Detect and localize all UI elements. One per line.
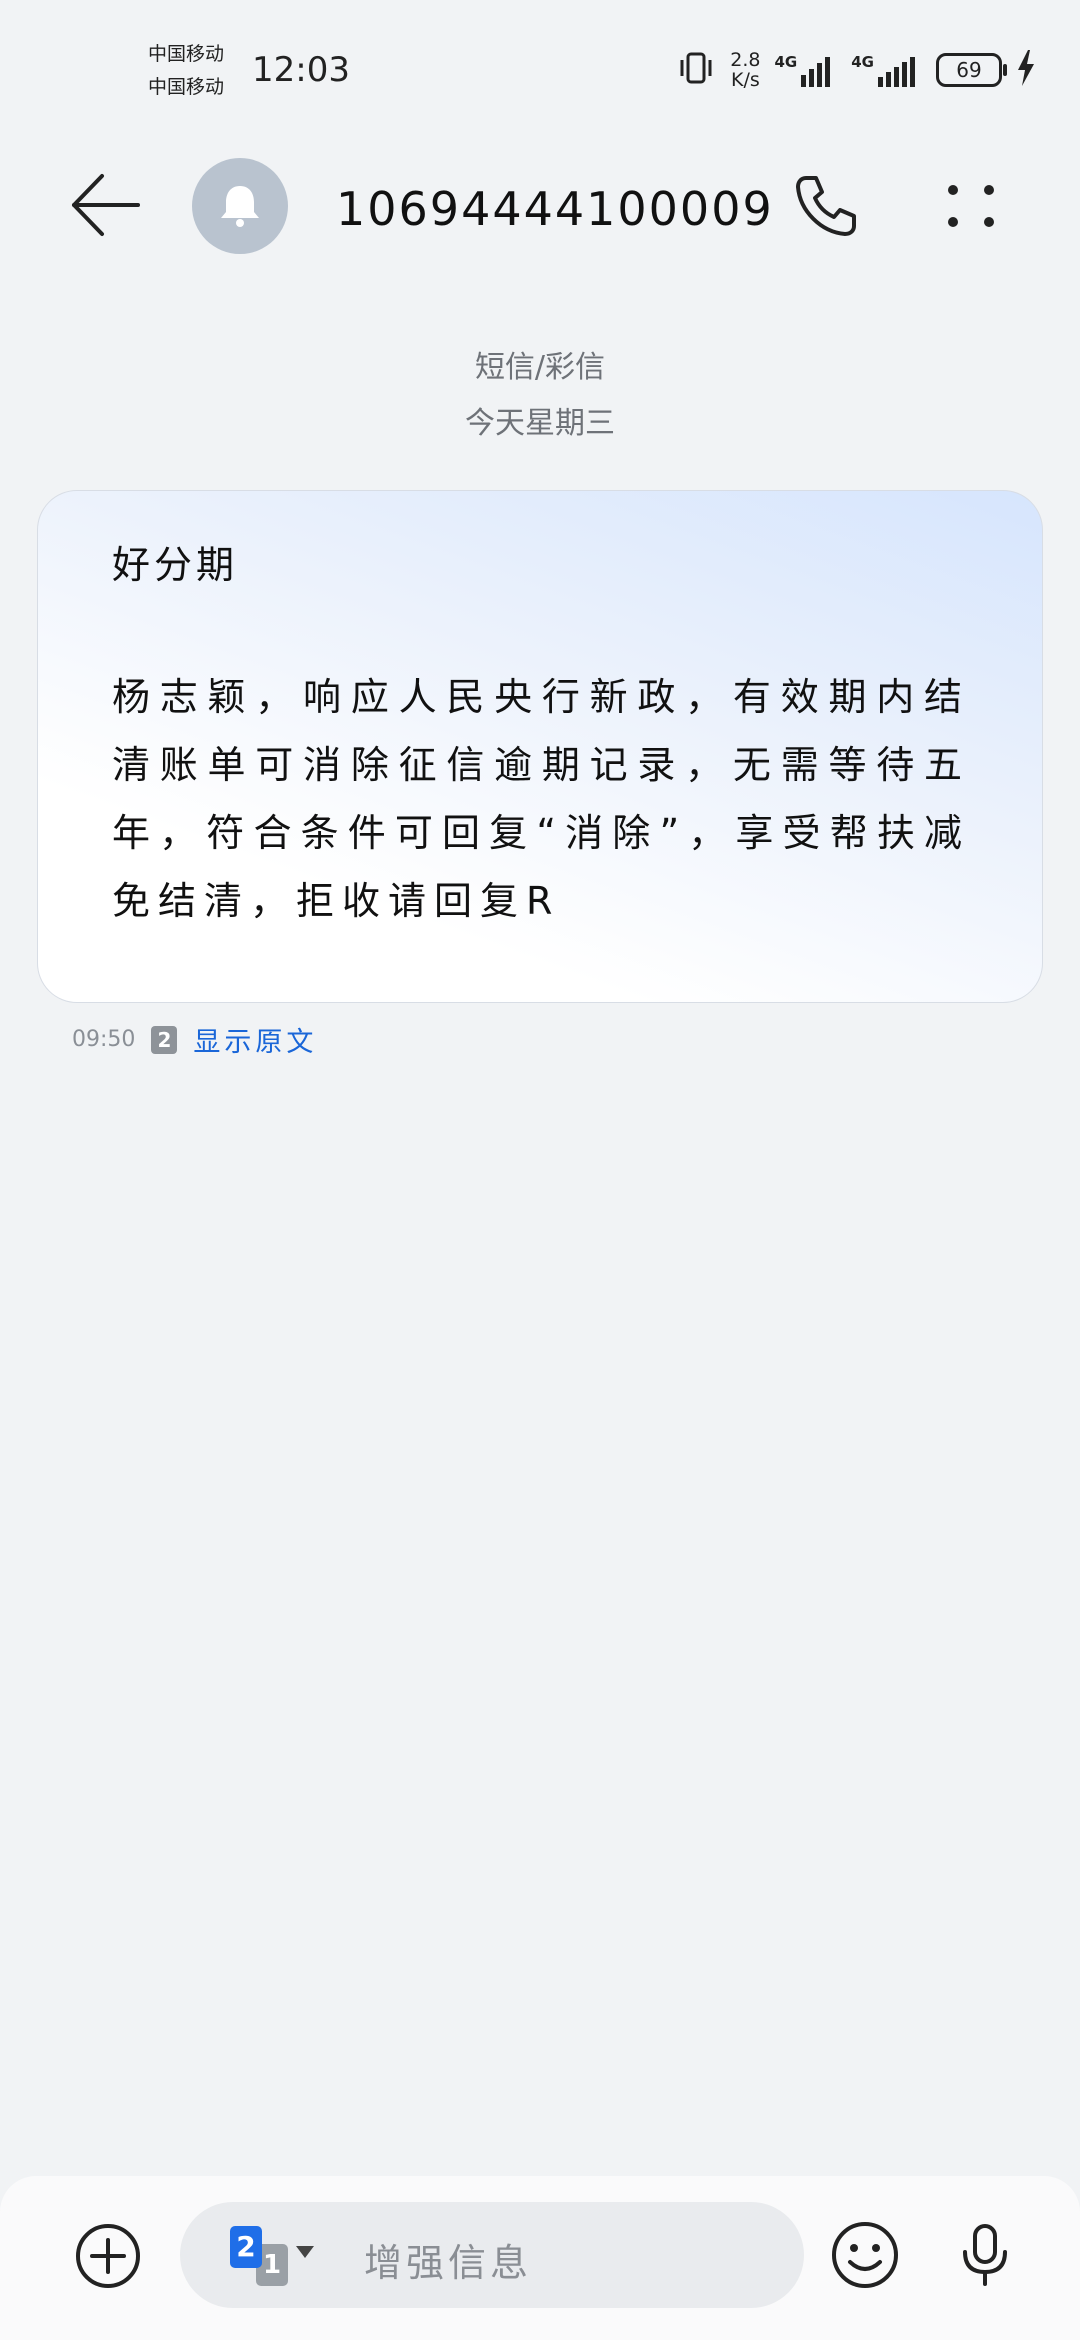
voice-input-button[interactable] <box>950 2220 1020 2290</box>
add-attachment-button[interactable] <box>74 2222 142 2290</box>
smiley-icon <box>832 2222 898 2288</box>
four-dots-icon <box>948 185 994 227</box>
date-label: 今天星期三 <box>465 406 615 441</box>
bell-icon <box>221 186 259 227</box>
message-bubble[interactable]: 好分期 杨志颖，响应人民央行新政，有效期内结清账单可消除征信逾期记录，无需等待五… <box>37 490 1043 1003</box>
message-body: 杨志颖，响应人民央行新政，有效期内结清账单可消除征信逾期记录，无需等待五年，符合… <box>112 675 970 923</box>
composer-bar: 1 2 增强信息 <box>0 2176 1080 2340</box>
call-button[interactable] <box>790 170 862 242</box>
chevron-down-icon <box>296 2246 314 2258</box>
carrier-1: 中国移动 <box>148 43 225 65</box>
back-button[interactable] <box>68 170 148 240</box>
signal-bars-icon <box>878 57 915 87</box>
message-input[interactable]: 1 2 增强信息 <box>180 2202 804 2308</box>
conversation-header: 10694444100009 <box>0 150 1080 260</box>
show-original-link[interactable]: 显示原文 <box>193 1020 317 1059</box>
carrier-2: 中国移动 <box>148 76 225 98</box>
network-speed: 2.8 K/s <box>730 49 761 91</box>
microphone-icon <box>963 2224 1007 2286</box>
status-bar: 中国移动 中国移动 12:03 2.8 K/s 4G 4G 69 <box>0 0 1080 130</box>
sim-slot-badge: 2 <box>151 1025 178 1054</box>
charging-icon <box>1016 50 1036 90</box>
sim-switch-button[interactable]: 1 2 <box>230 2226 314 2288</box>
phone-icon <box>796 176 856 236</box>
carrier-names: 中国移动 中国移动 <box>148 38 224 104</box>
more-options-button[interactable] <box>936 176 1006 236</box>
message-input-placeholder: 增强信息 <box>364 2241 533 2285</box>
signal-bars-icon <box>801 57 831 87</box>
signal-sim2: 4G <box>851 53 922 87</box>
message-time: 09:50 <box>72 1027 136 1052</box>
sim-card-active: 2 <box>230 2226 262 2268</box>
message-meta: 09:50 2 显示原文 <box>72 1020 317 1059</box>
message-sender-tag: 好分期 <box>112 543 239 587</box>
vibrate-icon <box>676 48 716 92</box>
plus-circle-icon <box>76 2224 140 2288</box>
channel-label: 短信/彩信 <box>474 350 606 385</box>
contact-number: 10694444100009 <box>336 182 774 236</box>
thread-date-header: 短信/彩信 今天星期三 <box>0 340 1080 452</box>
avatar[interactable] <box>192 158 288 254</box>
status-icons: 2.8 K/s 4G 4G 69 <box>676 48 1036 92</box>
battery-indicator: 69 <box>936 53 1007 87</box>
signal-sim1: 4G <box>775 53 838 87</box>
emoji-button[interactable] <box>830 2220 900 2290</box>
arrow-left-icon <box>72 174 140 236</box>
status-clock: 12:03 <box>252 50 350 90</box>
